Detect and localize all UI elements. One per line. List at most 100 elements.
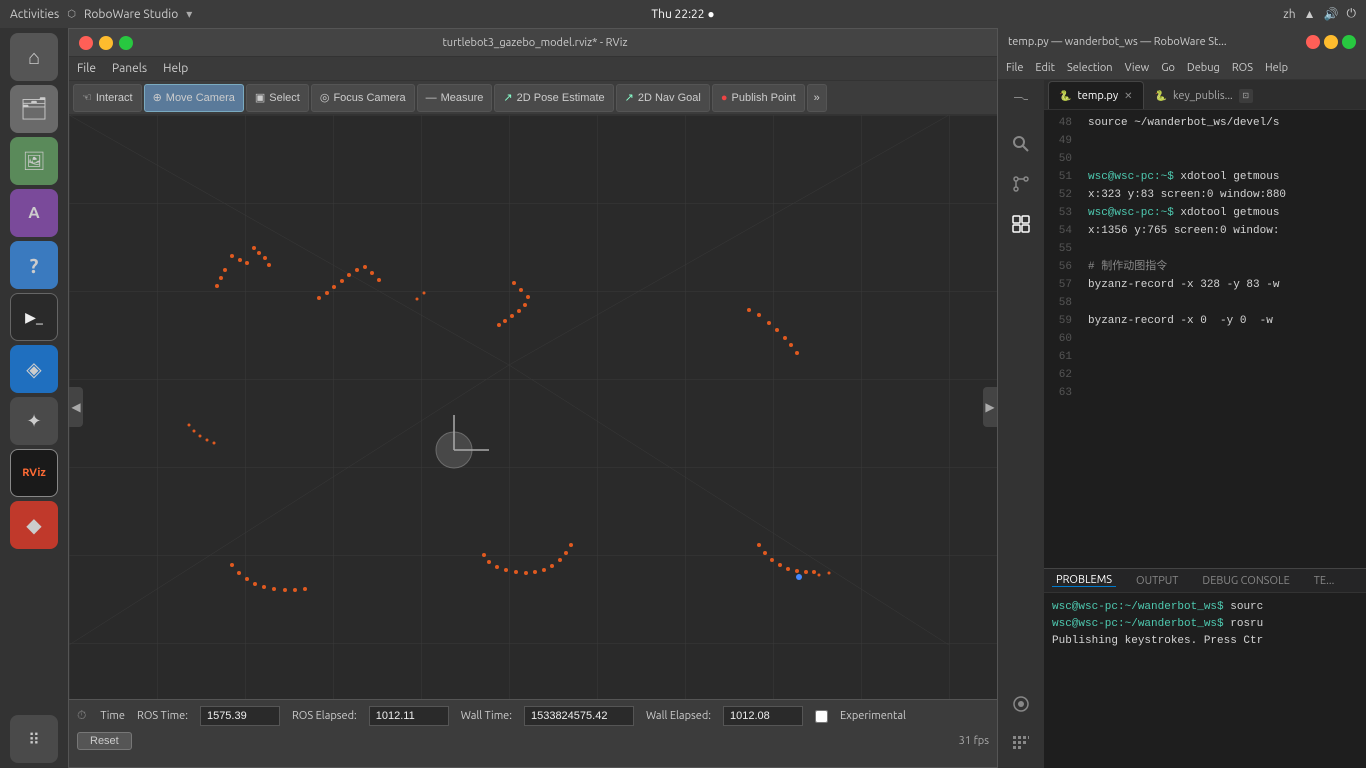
wall-time-input[interactable] xyxy=(524,706,634,726)
activities-label[interactable]: Activities xyxy=(10,8,59,21)
editor-line-48: 48 source ~/wanderbot_ws/devel/s xyxy=(1044,114,1366,132)
2d-pose-icon: ↗ xyxy=(503,91,512,104)
rviz-titlebar-controls xyxy=(79,36,133,50)
terminal-line-3: Publishing keystrokes. Press Ctr xyxy=(1052,633,1358,650)
tab-temp-py[interactable]: 🐍 temp.py ✕ xyxy=(1048,81,1144,109)
vscode-menu-edit[interactable]: Edit xyxy=(1035,62,1055,74)
bottom-panel-tabs: PROBLEMS OUTPUT DEBUG CONSOLE TE... xyxy=(1044,569,1366,593)
collapse-left-btn[interactable]: ◀ xyxy=(69,387,83,427)
time-icon: ⏱ xyxy=(77,709,86,723)
editor-line-51: 51 wsc@wsc-pc:~$ xdotool getmous xyxy=(1044,168,1366,186)
terminal-area[interactable]: wsc@wsc-pc:~/wanderbot_ws$ sourc wsc@wsc… xyxy=(1044,593,1366,768)
focus-camera-icon: ◎ xyxy=(320,91,330,104)
vscode-min-btn[interactable] xyxy=(1324,35,1338,49)
wall-time-label: Wall Time: xyxy=(461,710,512,722)
menu-panels[interactable]: Panels xyxy=(112,62,147,75)
tab-key-icon: 🐍 xyxy=(1155,90,1167,102)
dock-item-photos[interactable]: 🖼 xyxy=(10,137,58,185)
toolbar-measure[interactable]: — Measure xyxy=(417,84,493,112)
toolbar-select[interactable]: ▣ Select xyxy=(246,84,309,112)
ros-elapsed-label: ROS Elapsed: xyxy=(292,710,357,722)
editor-line-49: 49 xyxy=(1044,132,1366,150)
bottom-tab-output[interactable]: OUTPUT xyxy=(1132,575,1182,587)
tab-key-icon2[interactable]: ⊡ xyxy=(1239,89,1253,103)
dock-item-terminal[interactable]: ▶_ xyxy=(10,293,58,341)
vscode-max-btn[interactable] xyxy=(1342,35,1356,49)
app-indicator: ⬡ xyxy=(67,8,76,20)
move-camera-label: Move Camera xyxy=(166,92,235,104)
power-icon[interactable]: ⏻ xyxy=(1347,7,1357,21)
publish-point-icon: ● xyxy=(721,92,728,104)
vscode-menu-file[interactable]: File xyxy=(1006,62,1023,74)
vs-icon-extensions[interactable] xyxy=(1003,206,1039,242)
vs-icon-search[interactable] xyxy=(1003,126,1039,162)
tab-temp-py-close[interactable]: ✕ xyxy=(1124,90,1132,102)
ros-elapsed-input[interactable] xyxy=(369,706,449,726)
vscode-close-btn[interactable] xyxy=(1306,35,1320,49)
dock-item-rviz[interactable]: RViz xyxy=(10,449,58,497)
editor-line-59: 59 byzanz-record -x 0 -y 0 -w xyxy=(1044,312,1366,330)
toolbar-interact[interactable]: ☜ Interact xyxy=(73,84,142,112)
dock-item-fonts[interactable]: A xyxy=(10,189,58,237)
wifi-icon[interactable]: ▲ xyxy=(1304,7,1316,21)
toolbar-move-camera[interactable]: ⊕ Move Camera xyxy=(144,84,244,112)
vscode-bottom-panel: PROBLEMS OUTPUT DEBUG CONSOLE TE... wsc@… xyxy=(1044,568,1366,768)
publish-point-label: Publish Point xyxy=(732,92,796,104)
dock-item-home[interactable]: ⌂ xyxy=(10,33,58,81)
app-menu-arrow[interactable]: ▾ xyxy=(186,7,192,21)
vs-icon-grid[interactable] xyxy=(1003,726,1039,762)
vscode-menu-go[interactable]: Go xyxy=(1161,62,1175,74)
toolbar-2d-pose[interactable]: ↗ 2D Pose Estimate xyxy=(494,84,613,112)
toolbar-more-btn[interactable]: » xyxy=(807,84,827,112)
reset-button[interactable]: Reset xyxy=(77,732,132,750)
ros-time-input[interactable] xyxy=(200,706,280,726)
vscode-menu-debug[interactable]: Debug xyxy=(1187,62,1220,74)
time-bar-bottom: Reset 31 fps xyxy=(77,732,989,750)
focus-camera-label: Focus Camera xyxy=(333,92,405,104)
menu-help[interactable]: Help xyxy=(163,62,188,75)
toolbar-2d-nav[interactable]: ↗ 2D Nav Goal xyxy=(616,84,710,112)
editor-line-61: 61 xyxy=(1044,348,1366,366)
vscode-menu-selection[interactable]: Selection xyxy=(1067,62,1113,74)
rviz-toolbar: ☜ Interact ⊕ Move Camera ▣ Select ◎ Focu… xyxy=(69,81,997,115)
toolbar-focus-camera[interactable]: ◎ Focus Camera xyxy=(311,84,415,112)
system-bar-right: zh ▲ 🔊 ⏻ xyxy=(1283,7,1356,21)
dock-item-vscode[interactable]: ◈ xyxy=(10,345,58,393)
collapse-right-btn[interactable]: ▶ xyxy=(983,387,997,427)
editor-line-56: 56 # 制作动图指令 xyxy=(1044,258,1366,276)
dock-item-ros[interactable]: ✦ xyxy=(10,397,58,445)
experimental-label: Experimental xyxy=(840,710,906,722)
editor-line-58: 58 xyxy=(1044,294,1366,312)
ros-time-label: ROS Time: xyxy=(137,710,188,722)
lang-indicator[interactable]: zh xyxy=(1283,8,1295,21)
dock-item-gem[interactable]: ◆ xyxy=(10,501,58,549)
vscode-menu-view[interactable]: View xyxy=(1125,62,1150,74)
dock-item-apps[interactable]: ⠿ xyxy=(10,715,58,763)
2d-nav-icon: ↗ xyxy=(625,91,634,104)
dock-item-help[interactable]: ? xyxy=(10,241,58,289)
wall-elapsed-input[interactable] xyxy=(723,706,803,726)
tab-key-publis-label: key_publis... xyxy=(1173,90,1233,102)
rviz-minimize-btn[interactable] xyxy=(99,36,113,50)
bottom-tab-te[interactable]: TE... xyxy=(1310,575,1339,587)
app-dock: ⌂ 🗂 🖼 A ? ▶_ ◈ ✦ RViz ◆ ⠿ xyxy=(0,28,68,768)
bottom-tab-debug[interactable]: DEBUG CONSOLE xyxy=(1198,575,1293,587)
vscode-editor[interactable]: 48 source ~/wanderbot_ws/devel/s 49 50 xyxy=(1044,110,1366,568)
rviz-close-btn[interactable] xyxy=(79,36,93,50)
rviz-viewport[interactable]: ◀ ▶ xyxy=(69,115,997,699)
volume-icon[interactable]: 🔊 xyxy=(1324,7,1339,21)
vs-icon-ros[interactable] xyxy=(1003,686,1039,722)
experimental-checkbox[interactable] xyxy=(815,710,828,723)
editor-line-55: 55 xyxy=(1044,240,1366,258)
toolbar-publish-point[interactable]: ● Publish Point xyxy=(712,84,805,112)
tab-key-publis[interactable]: 🐍 key_publis... ⊡ xyxy=(1144,81,1264,109)
vscode-menu-ros[interactable]: ROS xyxy=(1232,62,1253,74)
rviz-maximize-btn[interactable] xyxy=(119,36,133,50)
menu-file[interactable]: File xyxy=(77,62,96,75)
editor-line-60: 60 xyxy=(1044,330,1366,348)
vscode-menu-help[interactable]: Help xyxy=(1265,62,1288,74)
dock-item-files[interactable]: 🗂 xyxy=(10,85,58,133)
bottom-tab-problems[interactable]: PROBLEMS xyxy=(1052,574,1116,587)
vs-icon-source-control[interactable] xyxy=(1003,166,1039,202)
vs-icon-explorer[interactable] xyxy=(1003,86,1039,122)
